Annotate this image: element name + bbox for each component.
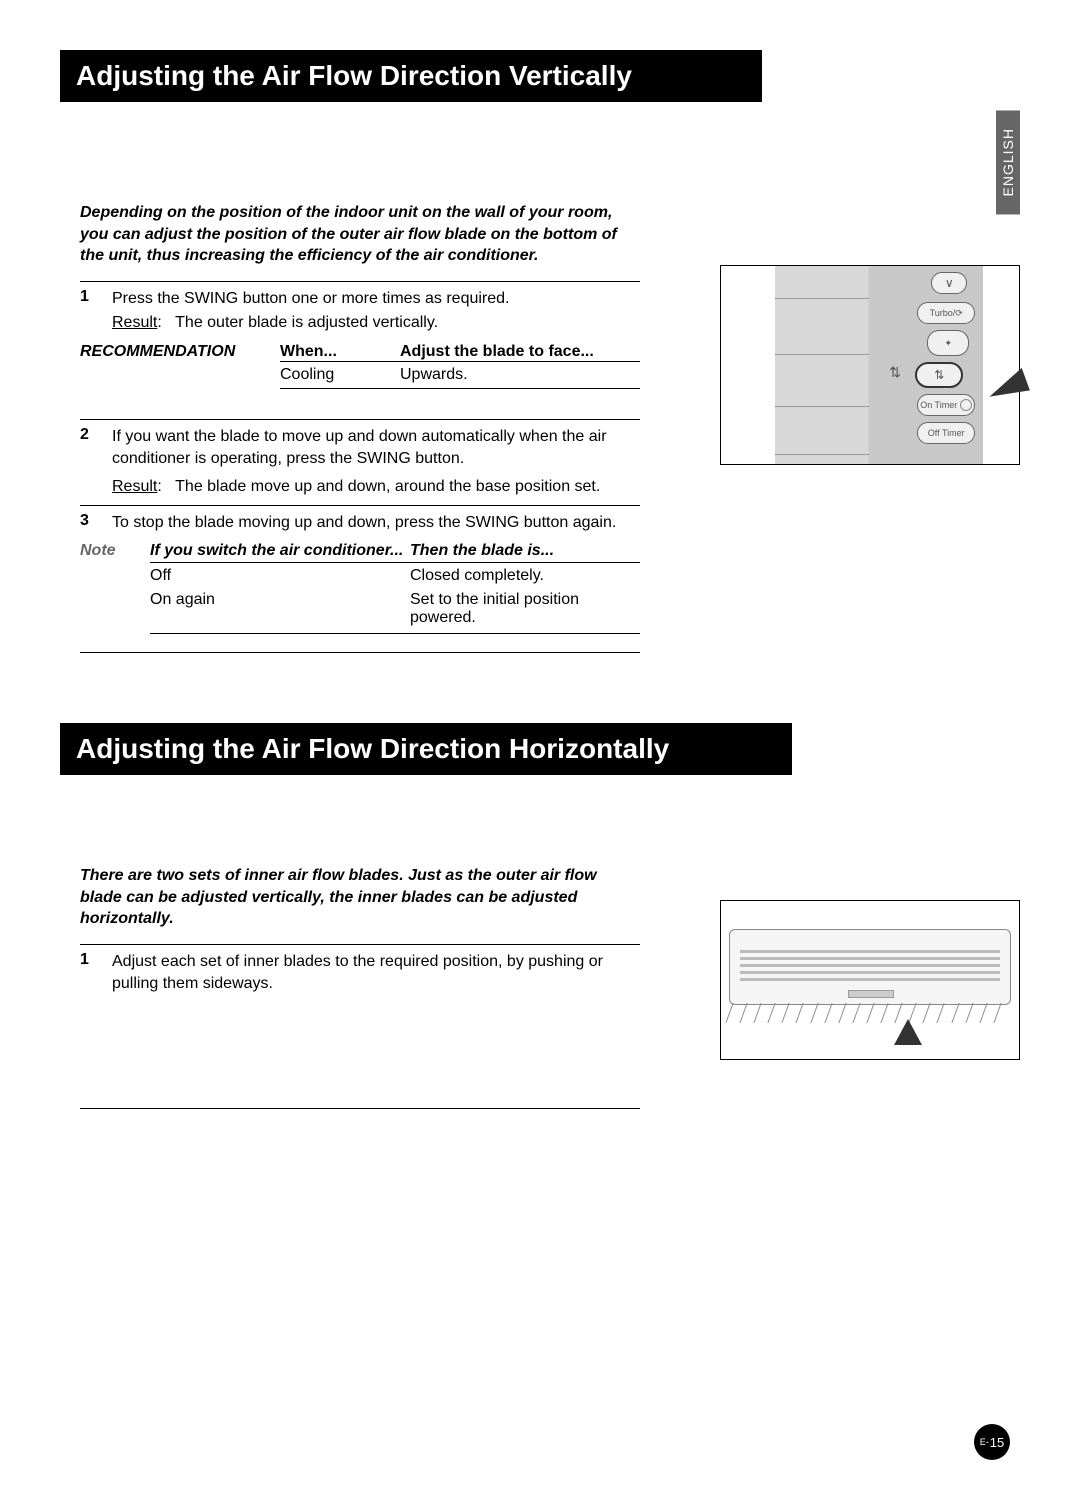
section-heading-vertical: Adjusting the Air Flow Direction Vertica…	[60, 50, 762, 102]
recommendation-table: RECOMMENDATION When... Adjust the blade …	[80, 343, 640, 389]
divider	[80, 419, 640, 420]
note-label: Note	[80, 542, 116, 559]
result-label: Result	[112, 314, 157, 331]
recommendation-label: RECOMMENDATION	[80, 343, 280, 361]
v-button-icon: ∨	[931, 272, 967, 294]
result-label: Result	[112, 478, 157, 495]
step-1: 1 Press the SWING button one or more tim…	[80, 288, 640, 335]
recommendation-col-adjust: Adjust the blade to face...	[400, 343, 640, 361]
note-row-then: Set to the initial position powered.	[410, 591, 640, 627]
on-timer-button: On Timer	[917, 394, 975, 416]
divider	[80, 281, 640, 282]
step-number: 1	[80, 951, 98, 996]
step-text: Adjust each set of inner blades to the r…	[112, 953, 603, 992]
pointer-arrow-icon	[984, 368, 1030, 404]
divider	[80, 944, 640, 945]
recommendation-when: Cooling	[280, 366, 400, 384]
step-number: 3	[80, 512, 98, 534]
result-text: The blade move up and down, around the b…	[175, 478, 600, 495]
step-number: 1	[80, 288, 98, 335]
swing-left-icon: ⇅	[889, 364, 901, 381]
note-row-if: On again	[150, 591, 410, 627]
page-number: E-15	[974, 1424, 1010, 1460]
step-2: 2 If you want the blade to move up and d…	[80, 426, 640, 499]
step-text: If you want the blade to move up and dow…	[112, 428, 607, 467]
section-heading-horizontal: Adjusting the Air Flow Direction Horizon…	[60, 723, 792, 775]
ac-unit-illustration	[720, 900, 1020, 1060]
off-timer-button: Off Timer	[917, 422, 975, 444]
divider	[80, 505, 640, 506]
divider	[80, 652, 640, 653]
step-text: To stop the blade moving up and down, pr…	[112, 514, 616, 531]
turbo-button: Turbo/⟳	[917, 302, 975, 324]
step-number: 2	[80, 426, 98, 499]
recommendation-col-when: When...	[280, 343, 400, 361]
language-tab: ENGLISH	[996, 110, 1020, 214]
note-col-then: Then the blade is...	[410, 542, 640, 560]
options-button-icon: ✦	[927, 330, 969, 356]
note-row-if: Off	[150, 567, 410, 585]
step-text: Press the SWING button one or more times…	[112, 290, 510, 307]
step-1-horizontal: 1 Adjust each set of inner blades to the…	[80, 951, 640, 996]
intro-vertical: Depending on the position of the indoor …	[80, 202, 640, 267]
note-table: Note If you switch the air conditioner..…	[80, 542, 640, 634]
recommendation-adjust: Upwards.	[400, 366, 640, 384]
intro-horizontal: There are two sets of inner air flow bla…	[80, 865, 640, 930]
swing-button-icon: ⇅	[915, 362, 963, 388]
remote-illustration: ∨ Turbo/⟳ ✦ ⇅ ⇅ On Timer Off Timer	[720, 265, 1020, 465]
note-col-if: If you switch the air conditioner...	[150, 542, 410, 560]
note-row-then: Closed completely.	[410, 567, 640, 585]
divider	[80, 1108, 640, 1109]
result-text: The outer blade is adjusted vertically.	[175, 314, 438, 331]
pointer-arrow-icon	[894, 1019, 922, 1045]
step-3: 3 To stop the blade moving up and down, …	[80, 512, 640, 534]
